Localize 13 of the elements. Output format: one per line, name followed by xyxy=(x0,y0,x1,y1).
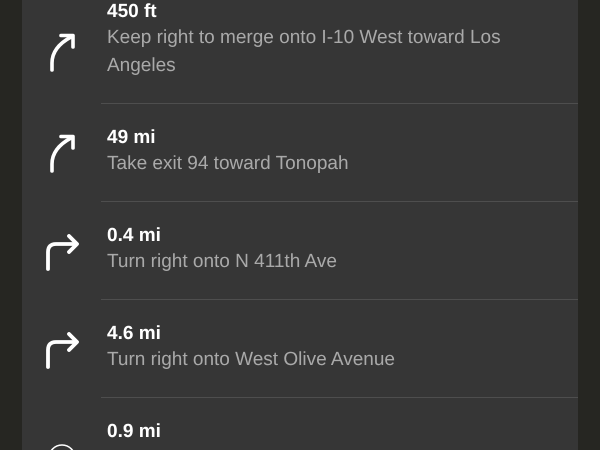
distance-label: 450 ft xyxy=(107,0,158,24)
curved-arrow-icon xyxy=(48,32,76,72)
instruction-text: Take exit 94 toward Tonopah xyxy=(107,152,350,176)
turn-right-arrow-icon xyxy=(44,329,80,369)
distance-label: 4.6 mi xyxy=(107,322,162,346)
instruction-text: Turn right onto West Olive Avenue xyxy=(107,348,396,372)
distance-label: 0.4 mi xyxy=(107,224,162,248)
curved-arrow-icon xyxy=(48,133,76,173)
instruction-text: Keep right to merge onto I-10 West toward Los Angeles xyxy=(107,26,502,78)
turn-right-arrow-icon xyxy=(44,231,80,271)
distance-label: 0.9 mi xyxy=(107,420,162,444)
instruction-text: Turn right onto N 411th Ave xyxy=(107,250,338,274)
distance-label: 49 mi xyxy=(107,126,157,150)
